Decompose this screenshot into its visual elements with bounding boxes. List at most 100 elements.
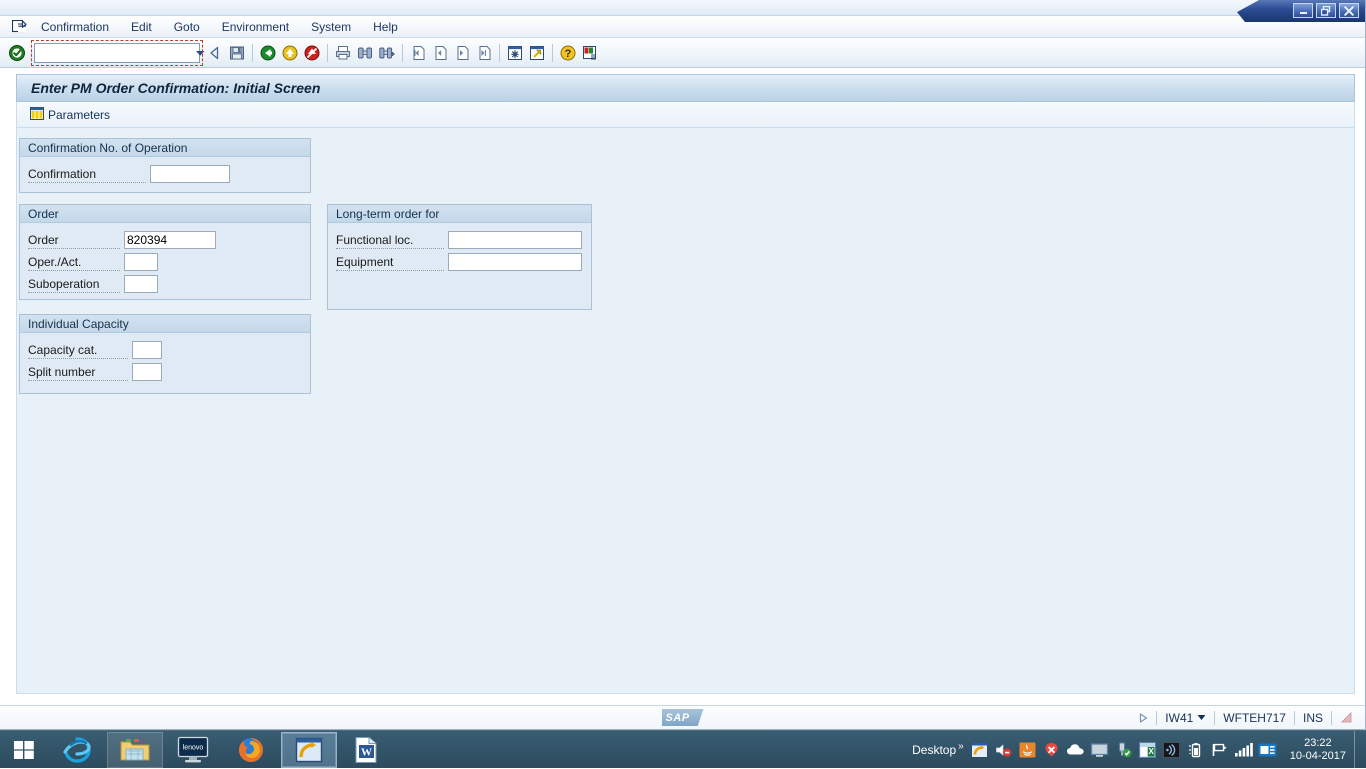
sap-status-bar: SAP IW41 WFTEH717 INS [0, 705, 1365, 729]
clock-time: 23:22 [1290, 737, 1346, 750]
question-help-icon: ? [560, 45, 576, 61]
status-transaction-code[interactable]: IW41 [1157, 709, 1214, 727]
create-shortcut-button[interactable] [526, 42, 548, 64]
first-page-button[interactable] [407, 42, 429, 64]
insert-mode-text: INS [1303, 711, 1323, 725]
tray-battery[interactable] [1184, 731, 1208, 769]
exit-button[interactable] [279, 42, 301, 64]
save-button[interactable] [226, 42, 248, 64]
tray-lenovo[interactable] [1256, 731, 1280, 769]
oper-act-label: Oper./Act. [28, 254, 120, 271]
right-triangle-icon [1139, 713, 1148, 723]
find-next-button[interactable] [376, 42, 398, 64]
tray-display[interactable] [1088, 731, 1112, 769]
taskbar-firefox[interactable] [223, 732, 279, 768]
tray-antivirus[interactable] [1040, 731, 1064, 769]
customize-local-layout-button[interactable] [579, 42, 601, 64]
show-desktop-label[interactable]: Desktop » [908, 743, 968, 757]
restore-button[interactable] [1316, 3, 1336, 18]
tray-expand-chevron[interactable]: » [958, 741, 964, 752]
back-button[interactable] [257, 42, 279, 64]
split-number-input[interactable] [132, 363, 162, 381]
split-number-label: Split number [28, 364, 128, 381]
menu-bar: Confirmation Edit Goto Environment Syste… [0, 16, 1365, 38]
menu-item-goto[interactable]: Goto [163, 18, 211, 36]
menu-item-environment[interactable]: Environment [211, 18, 300, 36]
chevron-down-icon [195, 49, 206, 57]
taskbar-microsoft-word[interactable]: W [339, 732, 395, 768]
internet-explorer-icon [62, 735, 92, 765]
order-input[interactable] [124, 231, 216, 249]
minimize-button[interactable] [1293, 3, 1313, 18]
taskbar-file-explorer[interactable] [107, 732, 163, 768]
command-field-dropdown[interactable] [195, 44, 206, 62]
taskbar-clock[interactable]: 23:22 10-04-2017 [1280, 737, 1354, 763]
suboperation-input[interactable] [124, 275, 158, 293]
command-field[interactable] [34, 43, 200, 63]
page-title-text: Enter PM Order Confirmation: Initial Scr… [31, 80, 320, 96]
cancel-button[interactable] [301, 42, 323, 64]
tray-java[interactable] [1016, 731, 1040, 769]
command-input[interactable] [35, 45, 195, 61]
menu-item-help[interactable]: Help [362, 18, 409, 36]
close-button[interactable] [1339, 3, 1359, 18]
find-button[interactable] [354, 42, 376, 64]
tray-action-center[interactable] [1208, 731, 1232, 769]
status-resize-grip[interactable] [1332, 709, 1361, 727]
status-expand-button[interactable] [1131, 709, 1156, 727]
field-row-equipment: Equipment [336, 251, 591, 273]
application-toolbar: Parameters [16, 102, 1355, 128]
last-page-icon [476, 45, 492, 61]
word-icon: W [353, 736, 381, 764]
capacity-cat-input[interactable] [132, 341, 162, 359]
tray-excel[interactable]: X [1136, 731, 1160, 769]
toolbar-separator [402, 44, 403, 62]
tray-safely-remove-hardware[interactable] [1112, 731, 1136, 769]
restore-icon [1321, 6, 1331, 16]
back-left-arrow-button[interactable] [204, 42, 226, 64]
create-session-button[interactable] [504, 42, 526, 64]
status-system-id[interactable]: WFTEH717 [1215, 709, 1294, 727]
tray-sap-gui[interactable] [968, 731, 992, 769]
oper-act-input[interactable] [124, 253, 158, 271]
group-title: Confirmation No. of Operation [20, 139, 310, 157]
menu-item-confirmation[interactable]: Confirmation [30, 18, 120, 36]
help-button[interactable]: ? [557, 42, 579, 64]
monitor-icon [1090, 742, 1109, 758]
system-toolbar: ? [0, 38, 1365, 68]
status-insert-mode[interactable]: INS [1295, 709, 1331, 727]
taskbar-sap-logon[interactable] [281, 732, 337, 768]
left-triangle-icon [207, 45, 223, 61]
taskbar-internet-explorer[interactable] [49, 732, 105, 768]
functional-loc-input[interactable] [448, 231, 582, 249]
group-title: Long-term order for [328, 205, 591, 223]
group-body: Confirmation [20, 157, 310, 185]
show-desktop-button[interactable] [1354, 731, 1362, 769]
tray-network[interactable] [1232, 731, 1256, 769]
table-columns-icon [30, 107, 44, 123]
equipment-input[interactable] [448, 253, 582, 271]
tray-wireless-display[interactable] [1160, 731, 1184, 769]
menu-item-system[interactable]: System [300, 18, 362, 36]
transaction-code-text: IW41 [1165, 711, 1193, 725]
sap-gui-window: Confirmation Edit Goto Environment Syste… [0, 0, 1366, 730]
start-button[interactable] [0, 731, 48, 769]
window-title-bar [0, 0, 1365, 16]
field-row-functional-loc: Functional loc. [336, 229, 591, 251]
taskbar-lenovo-settings[interactable]: lenovo [165, 732, 221, 768]
parameters-button[interactable]: Parameters [23, 104, 117, 126]
sap-system-menu-icon[interactable] [8, 20, 30, 33]
print-button[interactable] [332, 42, 354, 64]
tray-onedrive[interactable] [1064, 731, 1088, 769]
enter-button[interactable] [6, 42, 28, 64]
desktop-text: Desktop [912, 743, 956, 757]
previous-page-button[interactable] [429, 42, 451, 64]
confirmation-input[interactable] [150, 165, 230, 183]
group-long-term-order-for: Long-term order for Functional loc. Equi… [327, 204, 592, 310]
group-title: Order [20, 205, 310, 223]
binoculars-find-icon [357, 45, 373, 61]
tray-volume[interactable] [992, 731, 1016, 769]
menu-item-edit[interactable]: Edit [120, 18, 163, 36]
next-page-button[interactable] [451, 42, 473, 64]
last-page-button[interactable] [473, 42, 495, 64]
